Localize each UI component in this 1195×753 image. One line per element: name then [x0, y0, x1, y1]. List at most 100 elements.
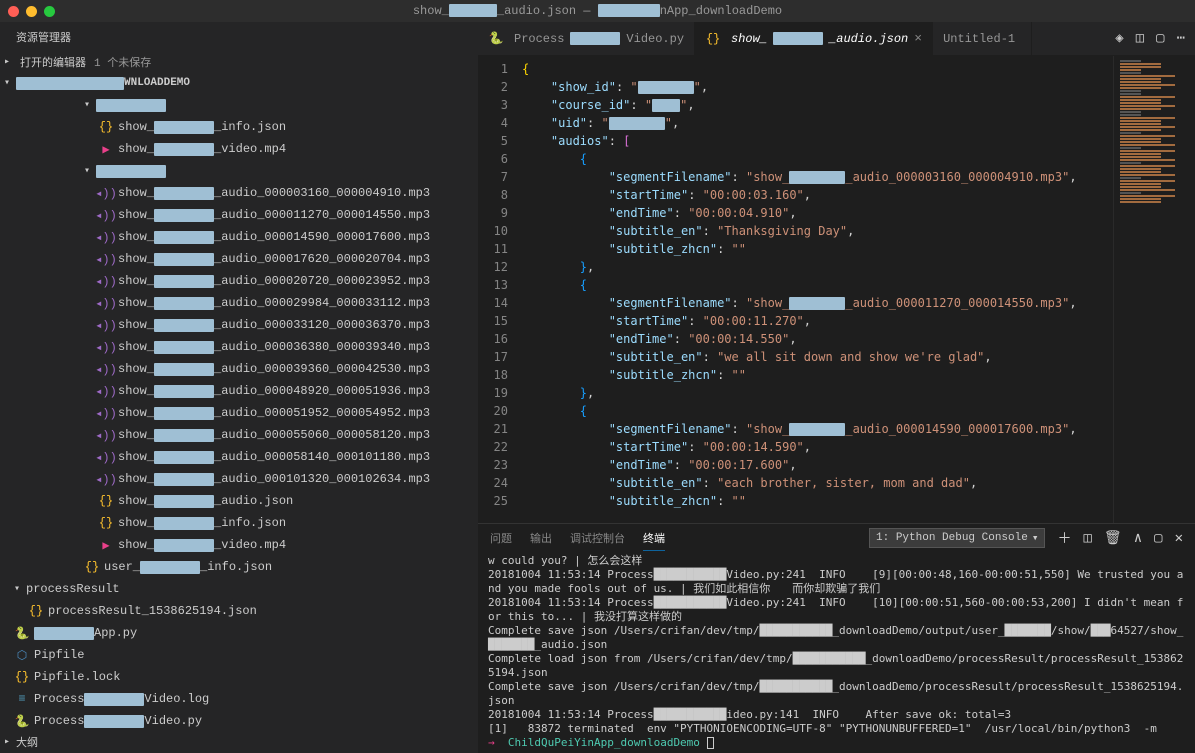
file-item[interactable]: ◂))show__audio_000101320_000102634.mp3: [0, 468, 478, 490]
file-item[interactable]: ▶show__video.mp4: [0, 138, 478, 160]
code-line[interactable]: "endTime": "00:00:14.550",: [522, 330, 1113, 348]
file-item[interactable]: ◂))show__audio_000058140_000101180.mp3: [0, 446, 478, 468]
compare-icon[interactable]: ◈: [1115, 30, 1123, 47]
file-item[interactable]: {}show__info.json: [0, 512, 478, 534]
folder-label-redacted: [96, 165, 166, 178]
file-item[interactable]: {}processResult_1538625194.json: [0, 600, 478, 622]
code-line[interactable]: "segmentFilename": "show__audio_00000316…: [522, 168, 1113, 186]
audio-icon: ◂)): [98, 362, 114, 377]
file-item[interactable]: ◂))show__audio_000055060_000058120.mp3: [0, 424, 478, 446]
split-editor-icon[interactable]: ◫: [1136, 30, 1144, 47]
close-panel-icon[interactable]: ✕: [1175, 530, 1183, 547]
code-line[interactable]: "endTime": "00:00:17.600",: [522, 456, 1113, 474]
code-line[interactable]: "segmentFilename": "show__audio_00001127…: [522, 294, 1113, 312]
file-item[interactable]: ◂))show__audio_000020720_000023952.mp3: [0, 270, 478, 292]
file-item[interactable]: 🐍ProcessVideo.py: [0, 710, 478, 731]
file-item[interactable]: ◂))show__audio_000017620_000020704.mp3: [0, 248, 478, 270]
audio-icon: ◂)): [98, 384, 114, 399]
code-content[interactable]: { "show_id": "", "course_id": "", "uid":…: [522, 56, 1113, 523]
code-line[interactable]: "startTime": "00:00:11.270",: [522, 312, 1113, 330]
file-label: show_: [118, 274, 154, 288]
file-item[interactable]: ◂))show__audio_000048920_000051936.mp3: [0, 380, 478, 402]
terminal-selector[interactable]: 1: Python Debug Console ▾: [869, 528, 1045, 548]
chevron-down-icon: ▾: [84, 99, 96, 111]
editor-tab[interactable]: Untitled-1: [933, 22, 1032, 55]
code-line[interactable]: },: [522, 258, 1113, 276]
file-item[interactable]: {}Pipfile.lock: [0, 666, 478, 688]
file-label-redacted: [154, 297, 214, 310]
maximize-panel-icon[interactable]: ▢: [1154, 530, 1162, 547]
file-item[interactable]: ▶show__video.mp4: [0, 534, 478, 556]
folder-item[interactable]: ▾: [0, 160, 478, 182]
minimize-window-button[interactable]: [26, 6, 37, 17]
close-tab-icon[interactable]: ×: [914, 31, 922, 46]
code-line[interactable]: {: [522, 60, 1113, 78]
file-item[interactable]: ◂))show__audio_000003160_000004910.mp3: [0, 182, 478, 204]
outline-section[interactable]: ▸ 大纲: [0, 731, 478, 753]
file-label-redacted: [154, 143, 214, 156]
minimap[interactable]: [1113, 56, 1195, 523]
panel-tab-terminal[interactable]: 终端: [643, 526, 665, 551]
file-label-redacted: [154, 451, 214, 464]
code-line[interactable]: {: [522, 276, 1113, 294]
file-label: show_: [118, 340, 154, 354]
terminal-prompt[interactable]: → ChildQuPeiYinApp_downloadDemo: [488, 736, 1185, 750]
code-line[interactable]: "subtitle_en": "each brother, sister, mo…: [522, 474, 1113, 492]
file-item[interactable]: ◂))show__audio_000033120_000036370.mp3: [0, 314, 478, 336]
file-item[interactable]: ⬡Pipfile: [0, 644, 478, 666]
code-line[interactable]: "course_id": "",: [522, 96, 1113, 114]
layout-icon[interactable]: ▢: [1156, 30, 1164, 47]
panel-tab-debug[interactable]: 调试控制台: [570, 526, 625, 550]
file-item[interactable]: ≡ProcessVideo.log: [0, 688, 478, 710]
file-item[interactable]: ◂))show__audio_000051952_000054952.mp3: [0, 402, 478, 424]
code-line[interactable]: "subtitle_zhcn": "": [522, 240, 1113, 258]
file-item[interactable]: {}show__info.json: [0, 116, 478, 138]
file-item[interactable]: ◂))show__audio_000014590_000017600.mp3: [0, 226, 478, 248]
close-window-button[interactable]: [8, 6, 19, 17]
folder-item[interactable]: ▾: [0, 94, 478, 116]
json-icon: {}: [98, 516, 114, 530]
code-line[interactable]: "endTime": "00:00:04.910",: [522, 204, 1113, 222]
code-line[interactable]: "subtitle_zhcn": "": [522, 492, 1113, 510]
code-line[interactable]: "startTime": "00:00:03.160",: [522, 186, 1113, 204]
file-item[interactable]: ◂))show__audio_000011270_000014550.mp3: [0, 204, 478, 226]
code-line[interactable]: "show_id": "",: [522, 78, 1113, 96]
editor-tab[interactable]: {}show__audio.json×: [695, 22, 933, 55]
file-label: show_: [118, 252, 154, 266]
split-terminal-icon[interactable]: ◫: [1083, 530, 1091, 547]
file-item[interactable]: ◂))show__audio_000029984_000033112.mp3: [0, 292, 478, 314]
file-item[interactable]: {}user__info.json: [0, 556, 478, 578]
code-line[interactable]: "subtitle_en": "Thanksgiving Day",: [522, 222, 1113, 240]
terminal-content[interactable]: w could you? | 怎么会这样20181004 11:53:14 Pr…: [478, 552, 1195, 753]
panel-tab-output[interactable]: 输出: [530, 526, 552, 550]
explorer-title: 资源管理器: [0, 22, 478, 52]
json-icon: {}: [98, 120, 114, 134]
code-line[interactable]: "subtitle_en": "we all sit down and show…: [522, 348, 1113, 366]
log-icon: ≡: [14, 692, 30, 706]
code-line[interactable]: "uid": "",: [522, 114, 1113, 132]
project-root[interactable]: ▾ WNLOADDEMO: [0, 72, 478, 94]
code-line[interactable]: "subtitle_zhcn": "": [522, 366, 1113, 384]
file-item[interactable]: ◂))show__audio_000036380_000039340.mp3: [0, 336, 478, 358]
editor-tab[interactable]: 🐍ProcessVideo.py: [478, 22, 695, 55]
file-label-suffix: _info.json: [214, 516, 286, 530]
file-item[interactable]: 🐍App.py: [0, 622, 478, 644]
file-item[interactable]: ◂))show__audio_000039360_000042530.mp3: [0, 358, 478, 380]
maximize-window-button[interactable]: [44, 6, 55, 17]
terminal-up-icon[interactable]: ∧: [1134, 530, 1142, 547]
code-line[interactable]: "audios": [: [522, 132, 1113, 150]
new-terminal-icon[interactable]: ＋: [1057, 528, 1071, 548]
code-line[interactable]: "startTime": "00:00:14.590",: [522, 438, 1113, 456]
file-item[interactable]: {}show__audio.json: [0, 490, 478, 512]
open-editors-section[interactable]: ▸ 打开的编辑器 1 个未保存: [0, 52, 478, 72]
panel-tab-problems[interactable]: 问题: [490, 526, 512, 550]
code-line[interactable]: {: [522, 150, 1113, 168]
file-label-redacted: [154, 209, 214, 222]
audio-icon: ◂)): [98, 208, 114, 223]
code-line[interactable]: "segmentFilename": "show__audio_00001459…: [522, 420, 1113, 438]
kill-terminal-icon[interactable]: 🗑: [1104, 530, 1122, 547]
more-icon[interactable]: ⋯: [1177, 30, 1185, 47]
code-line[interactable]: },: [522, 384, 1113, 402]
code-line[interactable]: {: [522, 402, 1113, 420]
folder-item[interactable]: ▾processResult: [0, 578, 478, 600]
